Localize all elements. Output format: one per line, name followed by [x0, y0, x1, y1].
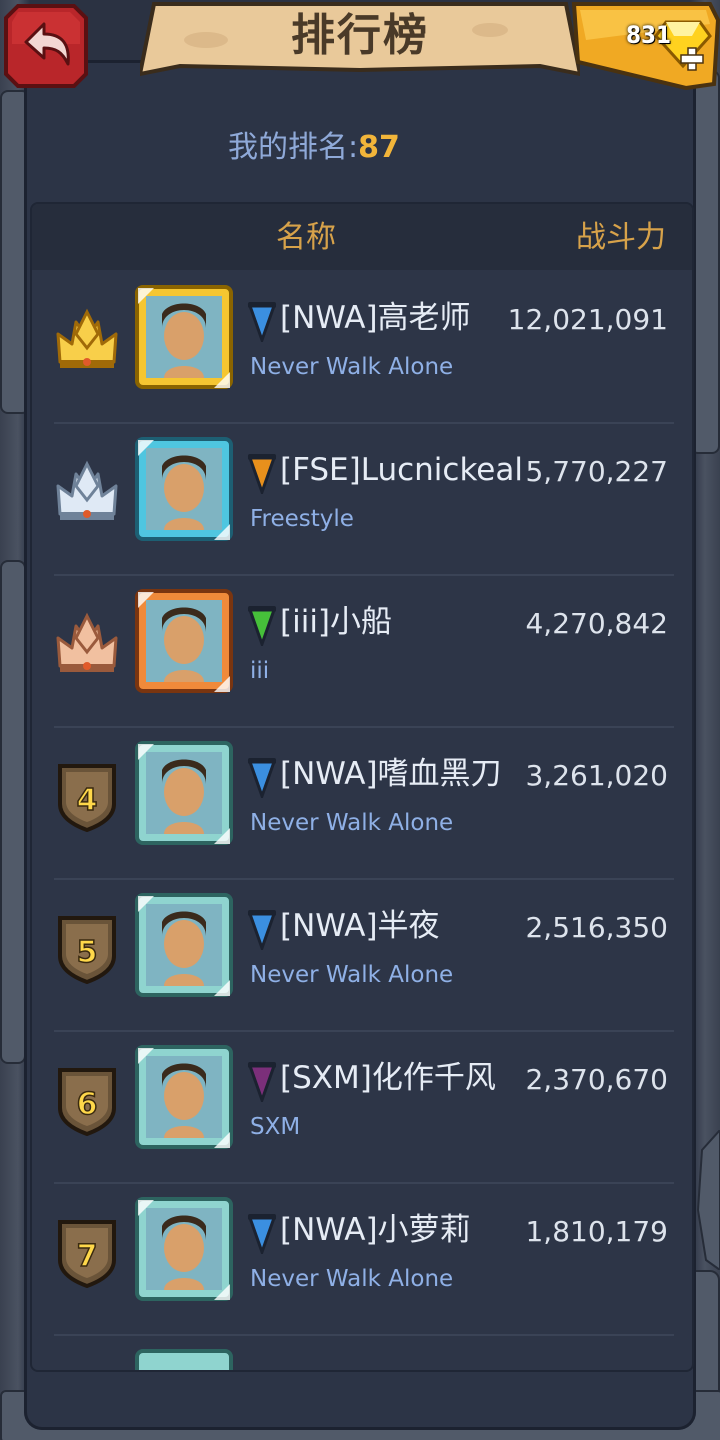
rank-shield-icon: 6 — [58, 1068, 116, 1136]
rank-number: 5 — [77, 935, 98, 970]
gem-count: 831 — [626, 21, 672, 49]
rank-crown-icon — [56, 308, 118, 368]
player-avatar[interactable] — [134, 740, 234, 848]
leaderboard-row[interactable]: [NWA]高老师 Never Walk Alone 12,021,091 — [54, 270, 674, 424]
leaderboard-row[interactable]: 6 [SXM]化作千风 SXM 2,370,670 — [54, 1030, 674, 1184]
player-clan: SXM — [250, 1114, 301, 1140]
player-clan: Never Walk Alone — [250, 810, 454, 836]
leaderboard-row[interactable]: [FSE]Lucnickeal Freestyle 5,770,227 — [54, 422, 674, 576]
rank-crown-icon — [56, 612, 118, 672]
rank-shield-icon: 4 — [58, 764, 116, 832]
player-avatar[interactable] — [134, 1348, 234, 1372]
player-avatar[interactable] — [134, 436, 234, 544]
player-avatar[interactable] — [134, 284, 234, 392]
player-clan: Never Walk Alone — [250, 354, 454, 380]
player-name: [SXM]化作千风 — [280, 1060, 496, 1096]
clan-flag-icon — [247, 302, 277, 342]
player-avatar[interactable] — [134, 1044, 234, 1152]
clan-flag-icon — [247, 606, 277, 646]
rank-number: 4 — [77, 783, 98, 818]
rank-shield-icon: 7 — [58, 1220, 116, 1288]
player-name: [iii]小船 — [280, 604, 393, 640]
leaderboard-row[interactable]: 7 [NWA]小萝莉 Never Walk Alone 1,810,179 — [54, 1182, 674, 1336]
player-power: 3,261,020 — [525, 759, 668, 792]
player-name: [NWA]小萝莉 — [280, 1212, 471, 1248]
left-rock-border-lower — [0, 560, 26, 1064]
player-clan: Never Walk Alone — [250, 962, 454, 988]
player-power: 2,370,670 — [525, 1063, 668, 1096]
player-avatar[interactable] — [134, 892, 234, 1000]
player-power: 2,516,350 — [525, 911, 668, 944]
clan-flag-icon — [247, 454, 277, 494]
leaderboard-list[interactable]: 名称 战斗力 [NWA]高老师 Never Walk Alone 12,021,… — [30, 202, 694, 1372]
screen-frame: 排行榜 831 我的排名:87 名称 战斗力 [NWA]高老师 Never Wa… — [0, 0, 720, 1440]
clan-flag-icon — [247, 758, 277, 798]
clan-flag-icon — [247, 1214, 277, 1254]
list-header: 名称 战斗力 — [32, 204, 692, 270]
leaderboard-row[interactable]: [iii]小船 iii 4,270,842 — [54, 574, 674, 728]
my-rank-value: 87 — [358, 130, 400, 165]
clan-flag-icon — [247, 910, 277, 950]
player-name: [NWA]半夜 — [280, 908, 440, 944]
player-avatar[interactable] — [134, 1196, 234, 1304]
my-rank-label: 我的排名: — [228, 130, 359, 165]
player-clan: Freestyle — [250, 506, 354, 532]
column-header-name: 名称 — [276, 220, 336, 255]
page-title: 排行榜 — [291, 10, 429, 61]
player-name: [NWA]高老师 — [280, 300, 471, 336]
rank-crown-icon — [56, 460, 118, 520]
player-power: 5,770,227 — [525, 455, 668, 488]
my-rank: 我的排名:87 — [228, 126, 400, 170]
rank-number: 6 — [77, 1087, 98, 1122]
column-header-power: 战斗力 — [576, 220, 666, 255]
player-clan: iii — [250, 658, 270, 684]
player-clan: Never Walk Alone — [250, 1266, 454, 1292]
leaderboard-row[interactable]: 5 [NWA]半夜 Never Walk Alone 2,516,350 — [54, 878, 674, 1032]
player-power: 4,270,842 — [525, 607, 668, 640]
right-rock-edge — [696, 1130, 720, 1270]
rank-number: 7 — [77, 1239, 98, 1274]
leaderboard-row-partial[interactable] — [54, 1334, 674, 1372]
player-power: 1,810,179 — [525, 1215, 668, 1248]
back-button[interactable] — [4, 4, 88, 88]
player-avatar[interactable] — [134, 588, 234, 696]
leaderboard-row[interactable]: 4 [NWA]嗜血黑刀 Never Walk Alone 3,261,020 — [54, 726, 674, 880]
player-name: [NWA]嗜血黑刀 — [280, 756, 502, 792]
rank-shield-icon: 5 — [58, 916, 116, 984]
player-power: 12,021,091 — [507, 303, 668, 336]
clan-flag-icon — [247, 1062, 277, 1102]
player-name: [FSE]Lucnickeal — [280, 452, 523, 488]
